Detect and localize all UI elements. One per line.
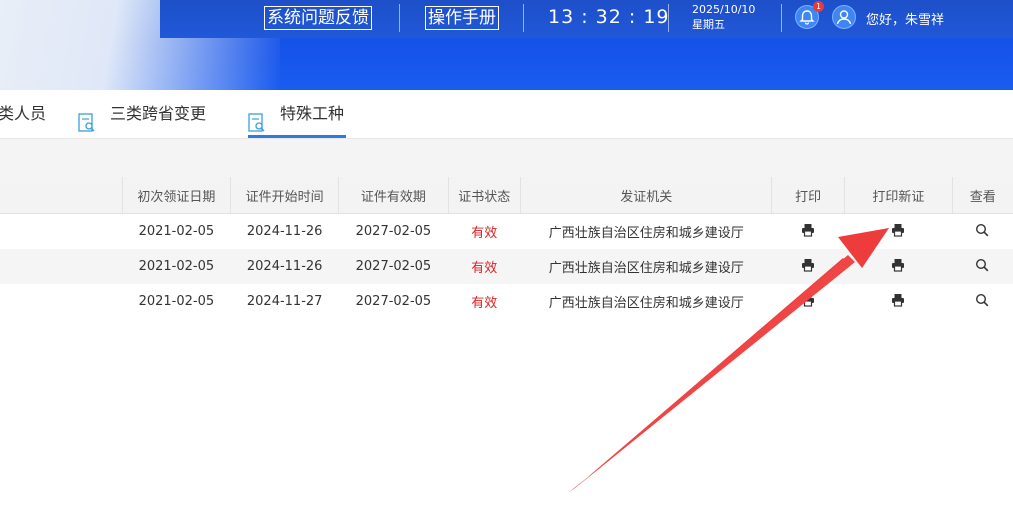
printer-icon[interactable] — [891, 223, 905, 241]
user-avatar-icon[interactable] — [832, 5, 856, 29]
table-row: 2021-02-05 2024-11-26 2027-02-05 有效 广西壮族… — [0, 249, 1013, 284]
status-text: 有效 — [448, 284, 521, 319]
column-header: 证件开始时间 — [230, 177, 340, 214]
notification-badge: 1 — [813, 1, 824, 12]
tab-special-trades[interactable]: 特殊工种 — [248, 90, 347, 138]
column-header-blank — [0, 177, 123, 214]
header-divider — [668, 4, 669, 32]
tab-cross-province-change[interactable]: 三类跨省变更 — [78, 90, 206, 138]
tab-bar: 类人员 三类跨省变更 特殊工种 — [0, 90, 1013, 139]
weekday-text: 星期五 — [692, 18, 725, 31]
certificate-table: 初次领证日期 证件开始时间 证件有效期 证书状态 发证机关 打印 打印新证 查看… — [0, 177, 1013, 319]
column-header: 查看 — [952, 177, 1013, 214]
header-divider — [399, 4, 400, 32]
print-new-cell — [844, 284, 953, 319]
status-text: 有效 — [448, 249, 521, 284]
start-date: 2024-11-26 — [230, 213, 339, 249]
table-cell — [0, 249, 123, 284]
start-date: 2024-11-27 — [230, 284, 339, 319]
magnifier-icon[interactable] — [975, 293, 989, 311]
column-header: 证件有效期 — [338, 177, 449, 214]
header-divider — [781, 4, 782, 32]
status-text: 有效 — [448, 213, 521, 249]
document-search-icon — [78, 104, 96, 132]
issuer: 广西壮族自治区住房和城乡建设厅 — [520, 249, 772, 284]
column-header: 打印 — [771, 177, 845, 214]
magnifier-icon[interactable] — [975, 223, 989, 241]
printer-icon[interactable] — [891, 293, 905, 311]
first-issue-date: 2021-02-05 — [122, 249, 231, 284]
print-new-cell — [844, 213, 953, 249]
user-greeting: 您好，朱雪祥 — [866, 13, 945, 28]
issuer: 广西壮族自治区住房和城乡建设厅 — [520, 213, 772, 249]
table-row: 2021-02-05 2024-11-27 2027-02-05 有效 广西壮族… — [0, 284, 1013, 319]
date-display: 2025/10/10 星期五 — [692, 2, 755, 32]
print-cell — [771, 284, 845, 319]
column-header: 打印新证 — [844, 177, 953, 214]
print-new-cell — [844, 249, 953, 284]
start-date: 2024-11-26 — [230, 249, 339, 284]
table-header-row: 初次领证日期 证件开始时间 证件有效期 证书状态 发证机关 打印 打印新证 查看 — [0, 177, 1013, 214]
tab-personnel[interactable]: 类人员 — [0, 90, 46, 138]
printer-icon[interactable] — [801, 293, 815, 311]
column-header: 发证机关 — [520, 177, 773, 214]
toolbar-area — [0, 139, 1013, 177]
first-issue-date: 2021-02-05 — [122, 213, 231, 249]
document-search-icon — [248, 104, 266, 132]
table-cell — [0, 284, 123, 319]
valid-until: 2027-02-05 — [338, 284, 449, 319]
top-header: 系统问题反馈 操作手册 13 : 32 : 19 2025/10/10 星期五 … — [0, 0, 1013, 90]
tab-label: 类人员 — [0, 104, 47, 123]
column-header: 证书状态 — [448, 177, 521, 214]
magnifier-icon[interactable] — [975, 258, 989, 276]
table-cell — [0, 213, 123, 249]
printer-icon[interactable] — [801, 258, 815, 276]
view-cell — [952, 213, 1013, 249]
printer-icon[interactable] — [801, 223, 815, 241]
table-row: 2021-02-05 2024-11-26 2027-02-05 有效 广西壮族… — [0, 213, 1013, 249]
valid-until: 2027-02-05 — [338, 249, 449, 284]
printer-icon[interactable] — [891, 258, 905, 276]
tab-label: 三类跨省变更 — [110, 104, 207, 123]
date-text: 2025/10/10 — [692, 3, 756, 16]
valid-until: 2027-02-05 — [338, 213, 449, 249]
first-issue-date: 2021-02-05 — [122, 284, 231, 319]
tab-label: 特殊工种 — [280, 104, 345, 123]
issuer: 广西壮族自治区住房和城乡建设厅 — [520, 284, 772, 319]
header-divider — [523, 4, 524, 32]
print-cell — [771, 213, 845, 249]
clock: 13 : 32 : 19 — [548, 6, 670, 28]
feedback-button[interactable]: 系统问题反馈 — [264, 6, 372, 30]
manual-button[interactable]: 操作手册 — [425, 6, 499, 30]
view-cell — [952, 284, 1013, 319]
print-cell — [771, 249, 845, 284]
column-header: 初次领证日期 — [122, 177, 232, 214]
view-cell — [952, 249, 1013, 284]
